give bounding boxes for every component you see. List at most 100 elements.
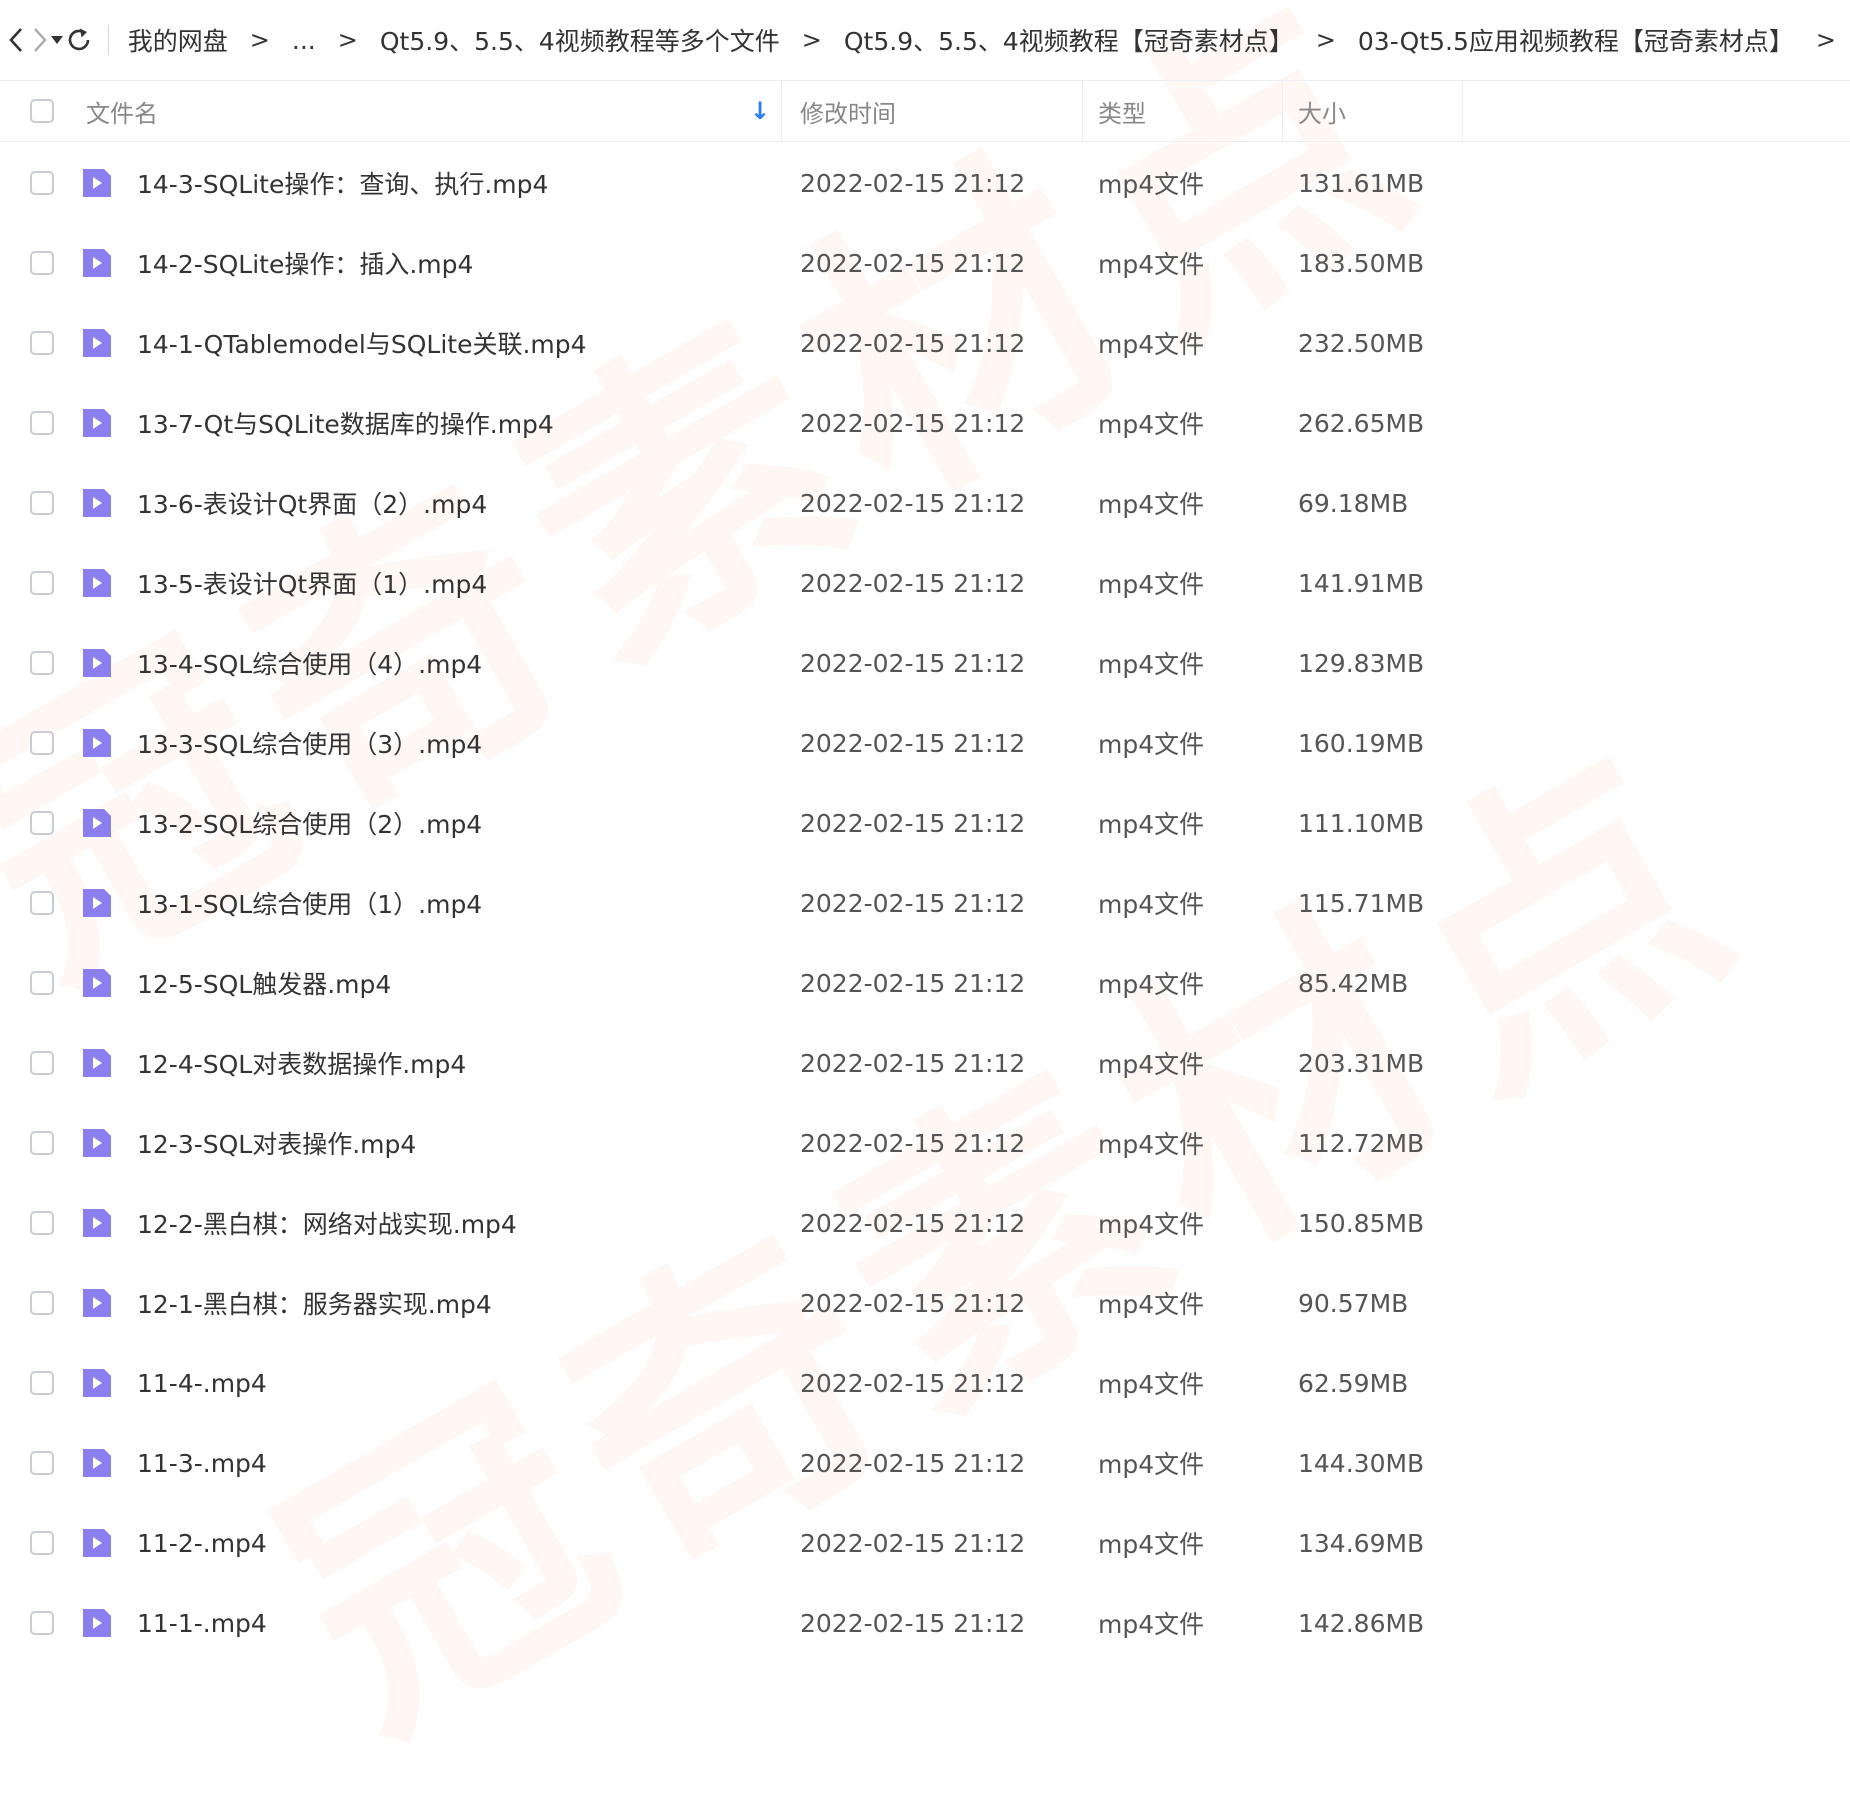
breadcrumb-item[interactable]: 03-Qt5.5应用视频教程【冠奇素材点】 xyxy=(1350,22,1802,58)
file-row[interactable]: 11-2-.mp42022-02-15 21:12mp4文件134.69MB xyxy=(0,1503,1850,1583)
video-file-icon xyxy=(80,886,114,920)
row-checkbox[interactable] xyxy=(30,491,54,515)
file-name[interactable]: 14-1-QTablemodel与SQLite关联.mp4 xyxy=(137,303,587,383)
video-file-icon xyxy=(80,326,114,360)
file-type: mp4文件 xyxy=(1098,543,1204,623)
file-name[interactable]: 12-4-SQL对表数据操作.mp4 xyxy=(137,1023,466,1103)
row-checkbox[interactable] xyxy=(30,1291,54,1315)
file-row[interactable]: 14-3-SQLite操作：查询、执行.mp42022-02-15 21:12m… xyxy=(0,143,1850,223)
column-header-name[interactable]: 文件名 xyxy=(86,81,158,141)
row-checkbox[interactable] xyxy=(30,331,54,355)
file-row[interactable]: 13-2-SQL综合使用（2）.mp42022-02-15 21:12mp4文件… xyxy=(0,783,1850,863)
video-file-icon xyxy=(80,486,114,520)
file-type: mp4文件 xyxy=(1098,703,1204,783)
file-name[interactable]: 12-2-黑白棋：网络对战实现.mp4 xyxy=(137,1183,517,1263)
column-header-type[interactable]: 类型 xyxy=(1098,81,1146,141)
file-row[interactable]: 12-2-黑白棋：网络对战实现.mp42022-02-15 21:12mp4文件… xyxy=(0,1183,1850,1263)
file-name[interactable]: 14-2-SQLite操作：插入.mp4 xyxy=(137,223,473,303)
column-divider[interactable] xyxy=(781,81,782,141)
row-checkbox[interactable] xyxy=(30,411,54,435)
refresh-button[interactable] xyxy=(64,18,94,62)
file-name[interactable]: 13-7-Qt与SQLite数据库的操作.mp4 xyxy=(137,383,554,463)
file-type: mp4文件 xyxy=(1098,783,1204,863)
chevron-left-icon xyxy=(6,26,26,54)
file-modified-time: 2022-02-15 21:12 xyxy=(800,383,1025,463)
history-dropdown-button[interactable] xyxy=(50,18,64,62)
select-all-checkbox[interactable] xyxy=(30,99,54,123)
row-checkbox[interactable] xyxy=(30,971,54,995)
forward-button[interactable] xyxy=(30,18,50,62)
file-row[interactable]: 11-4-.mp42022-02-15 21:12mp4文件62.59MB xyxy=(0,1343,1850,1423)
row-checkbox[interactable] xyxy=(30,1131,54,1155)
file-row[interactable]: 13-3-SQL综合使用（3）.mp42022-02-15 21:12mp4文件… xyxy=(0,703,1850,783)
file-type: mp4文件 xyxy=(1098,463,1204,543)
file-size: 141.91MB xyxy=(1298,543,1424,623)
file-name[interactable]: 11-2-.mp4 xyxy=(137,1503,267,1583)
file-size: 69.18MB xyxy=(1298,463,1408,543)
column-header-mtime[interactable]: 修改时间 xyxy=(800,81,896,141)
row-checkbox[interactable] xyxy=(30,1051,54,1075)
file-name[interactable]: 12-3-SQL对表操作.mp4 xyxy=(137,1103,416,1183)
row-checkbox[interactable] xyxy=(30,1531,54,1555)
file-row[interactable]: 13-1-SQL综合使用（1）.mp42022-02-15 21:12mp4文件… xyxy=(0,863,1850,943)
file-row[interactable]: 14-2-SQLite操作：插入.mp42022-02-15 21:12mp4文… xyxy=(0,223,1850,303)
video-file-icon xyxy=(80,726,114,760)
chevron-right-icon xyxy=(30,26,50,54)
breadcrumb-item[interactable]: ... xyxy=(284,26,324,55)
file-modified-time: 2022-02-15 21:12 xyxy=(800,1423,1025,1503)
file-row[interactable]: 11-3-.mp42022-02-15 21:12mp4文件144.30MB xyxy=(0,1423,1850,1503)
file-row[interactable]: 13-6-表设计Qt界面（2）.mp42022-02-15 21:12mp4文件… xyxy=(0,463,1850,543)
file-row[interactable]: 13-7-Qt与SQLite数据库的操作.mp4 2022-02-15 21:12… xyxy=(0,383,1850,463)
row-checkbox[interactable] xyxy=(30,651,54,675)
file-name[interactable]: 13-4-SQL综合使用（4）.mp4 xyxy=(137,623,482,703)
file-name[interactable]: 12-1-黑白棋：服务器实现.mp4 xyxy=(137,1263,492,1343)
file-name[interactable]: 12-5-SQL触发器.mp4 xyxy=(137,943,391,1023)
row-checkbox[interactable] xyxy=(30,1371,54,1395)
row-checkbox[interactable] xyxy=(30,251,54,275)
file-size: 183.50MB xyxy=(1298,223,1424,303)
file-row[interactable]: 13-4-SQL综合使用（4）.mp42022-02-15 21:12mp4文件… xyxy=(0,623,1850,703)
file-size: 115.71MB xyxy=(1298,863,1424,943)
breadcrumb-item[interactable]: Qt5.9、5.5、4视频教程【冠奇素材点】 xyxy=(836,22,1302,58)
row-checkbox[interactable] xyxy=(30,731,54,755)
column-divider[interactable] xyxy=(1462,81,1463,141)
row-checkbox[interactable] xyxy=(30,1451,54,1475)
file-name[interactable]: 11-3-.mp4 xyxy=(137,1423,267,1503)
sort-descending-icon[interactable]: ↓ xyxy=(750,97,770,125)
row-checkbox[interactable] xyxy=(30,811,54,835)
file-modified-time: 2022-02-15 21:12 xyxy=(800,863,1025,943)
file-row[interactable]: 12-4-SQL对表数据操作.mp42022-02-15 21:12mp4文件2… xyxy=(0,1023,1850,1103)
row-checkbox[interactable] xyxy=(30,171,54,195)
file-modified-time: 2022-02-15 21:12 xyxy=(800,1183,1025,1263)
row-checkbox[interactable] xyxy=(30,571,54,595)
breadcrumb-item[interactable]: Qt5.9、5.5、4视频教程等多个文件 xyxy=(372,22,788,58)
file-name[interactable]: 11-4-.mp4 xyxy=(137,1343,267,1423)
file-size: 203.31MB xyxy=(1298,1023,1424,1103)
refresh-icon xyxy=(64,25,94,55)
file-name[interactable]: 13-5-表设计Qt界面（1）.mp4 xyxy=(137,543,487,623)
file-name[interactable]: 13-6-表设计Qt界面（2）.mp4 xyxy=(137,463,487,543)
breadcrumb: 我的网盘>...>Qt5.9、5.5、4视频教程等多个文件>Qt5.9、5.5、… xyxy=(120,22,1850,58)
file-name[interactable]: 14-3-SQLite操作：查询、执行.mp4 xyxy=(137,143,548,223)
file-name[interactable]: 11-1-.mp4 xyxy=(137,1583,267,1663)
column-header-size[interactable]: 大小 xyxy=(1298,81,1346,141)
file-name[interactable]: 13-1-SQL综合使用（1）.mp4 xyxy=(137,863,482,943)
row-checkbox[interactable] xyxy=(30,1611,54,1635)
file-row[interactable]: 12-1-黑白棋：服务器实现.mp42022-02-15 21:12mp4文件9… xyxy=(0,1263,1850,1343)
file-modified-time: 2022-02-15 21:12 xyxy=(800,1583,1025,1663)
row-checkbox[interactable] xyxy=(30,1211,54,1235)
row-checkbox[interactable] xyxy=(30,891,54,915)
file-row[interactable]: 12-3-SQL对表操作.mp42022-02-15 21:12mp4文件112… xyxy=(0,1103,1850,1183)
column-divider[interactable] xyxy=(1282,81,1283,141)
file-row[interactable]: 14-1-QTablemodel与SQLite关联.mp42022-02-15 … xyxy=(0,303,1850,383)
file-row[interactable]: 12-5-SQL触发器.mp42022-02-15 21:12mp4文件85.4… xyxy=(0,943,1850,1023)
back-button[interactable] xyxy=(6,18,26,62)
breadcrumb-item[interactable]: 我的网盘 xyxy=(120,22,236,58)
breadcrumb-separator: > xyxy=(324,26,372,54)
file-name[interactable]: 13-3-SQL综合使用（3）.mp4 xyxy=(137,703,482,783)
file-name[interactable]: 13-2-SQL综合使用（2）.mp4 xyxy=(137,783,482,863)
file-row[interactable]: 13-5-表设计Qt界面（1）.mp42022-02-15 21:12mp4文件… xyxy=(0,543,1850,623)
file-type: mp4文件 xyxy=(1098,1023,1204,1103)
file-row[interactable]: 11-1-.mp42022-02-15 21:12mp4文件142.86MB xyxy=(0,1583,1850,1663)
column-divider[interactable] xyxy=(1082,81,1083,141)
